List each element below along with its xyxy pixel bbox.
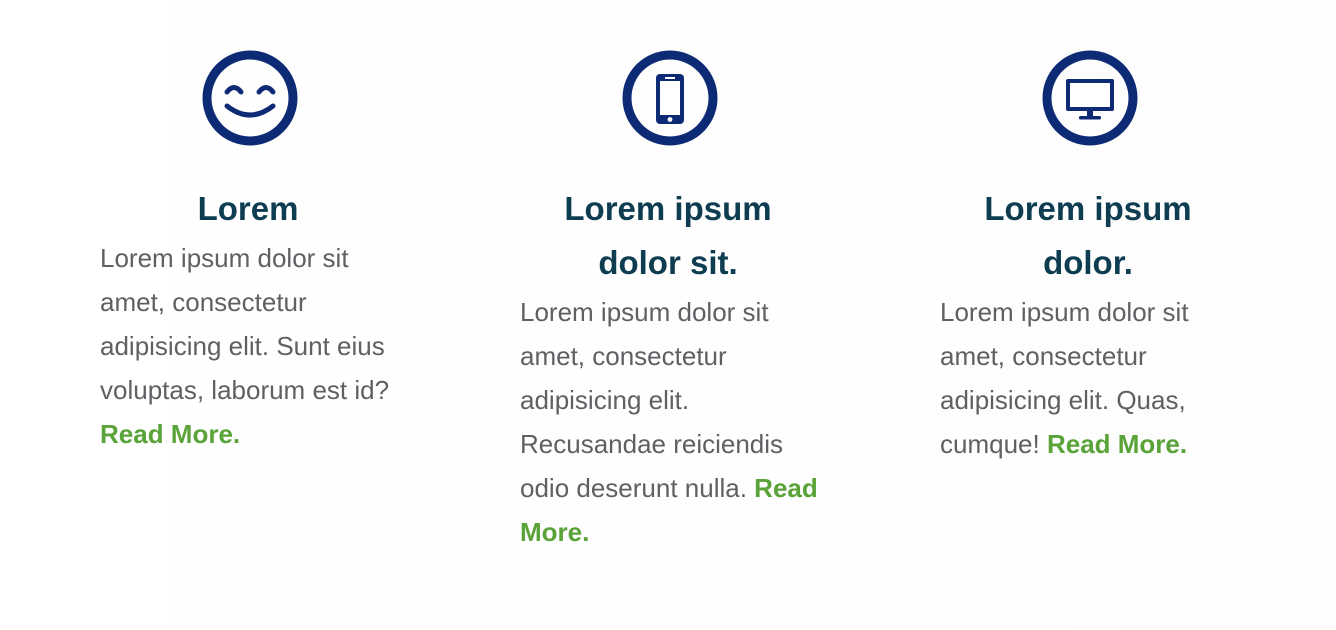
- feature-description: Lorem ipsum dolor sit amet, consectetur …: [940, 290, 1230, 466]
- read-more-link[interactable]: Read More.: [1047, 429, 1187, 459]
- mobile-phone-icon: [622, 50, 718, 146]
- feature-title: Lorem: [197, 190, 299, 227]
- read-more-link[interactable]: Read More.: [100, 419, 240, 449]
- desktop-monitor-icon: [1042, 50, 1138, 146]
- feature-column-3: Lorem ipsum dolor. Lorem ipsum dolor sit…: [940, 50, 1240, 466]
- smiley-face-icon: [202, 50, 298, 146]
- feature-description: Lorem ipsum dolor sit amet, consectetur …: [100, 236, 390, 456]
- feature-title: Lorem ipsum dolor sit.: [564, 190, 772, 281]
- feature-column-2: Lorem ipsum dolor sit. Lorem ipsum dolor…: [520, 50, 820, 554]
- feature-body-text: Lorem ipsum dolor sit amet, consectetur …: [100, 243, 390, 405]
- feature-column-1: Lorem Lorem ipsum dolor sit amet, consec…: [100, 50, 400, 456]
- feature-body-text: Lorem ipsum dolor sit amet, consectetur …: [520, 297, 784, 503]
- feature-title: Lorem ipsum dolor.: [984, 190, 1192, 281]
- feature-description: Lorem ipsum dolor sit amet, consectetur …: [520, 290, 820, 554]
